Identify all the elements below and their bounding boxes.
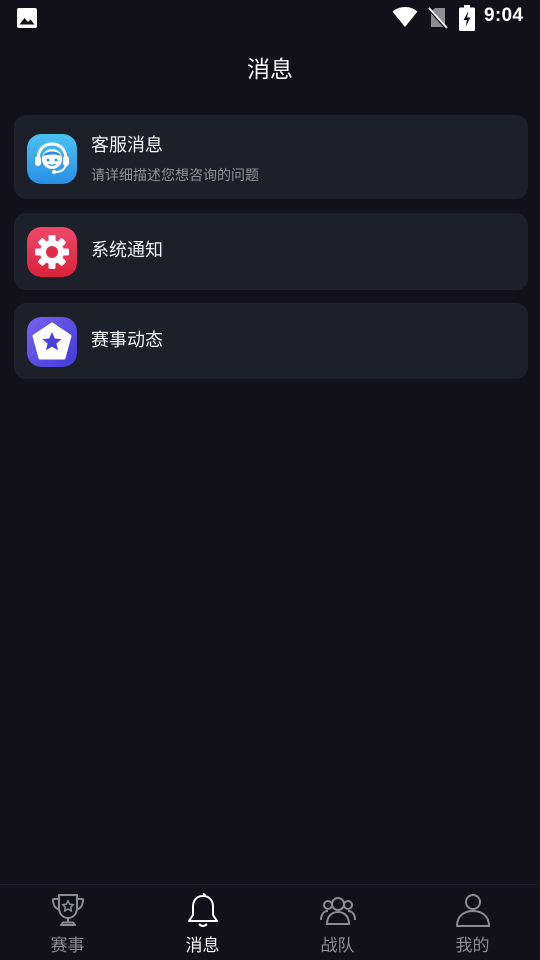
message-item-event-news[interactable]: 赛事动态 (14, 303, 528, 379)
person-icon (456, 894, 490, 927)
page-title: 消息 (247, 57, 293, 83)
message-item-title: 系统通知 (91, 240, 163, 261)
status-bar: 9:04 (0, 0, 540, 36)
nav-item-messages[interactable]: 消息 (135, 885, 270, 960)
trophy-icon (52, 894, 84, 926)
no-sim-icon (428, 7, 448, 30)
message-item-system-notice[interactable]: 系统通知 (14, 213, 528, 290)
message-item-customer-service[interactable]: 客服消息 请详细描述您想咨询的问题 (14, 115, 528, 199)
nav-label: 战队 (320, 936, 355, 956)
nav-item-mine[interactable]: 我的 (405, 885, 540, 960)
message-item-title: 赛事动态 (91, 330, 163, 351)
bottom-nav: 赛事 消息 战队 我的 (0, 884, 540, 960)
wifi-icon (392, 7, 418, 27)
gear-icon (27, 227, 77, 277)
bell-icon (188, 893, 218, 927)
nav-label: 赛事 (50, 936, 85, 956)
battery-charging-icon (459, 5, 475, 31)
star-icon (27, 317, 77, 367)
nav-label: 我的 (455, 936, 490, 956)
message-item-title: 客服消息 (91, 135, 163, 156)
nav-item-events[interactable]: 赛事 (0, 885, 135, 960)
message-item-subtitle: 请详细描述您想咨询的问题 (91, 168, 259, 184)
gallery-icon (17, 8, 37, 28)
nav-item-team[interactable]: 战队 (270, 885, 405, 960)
team-icon (320, 897, 356, 925)
clock: 9:04 (484, 5, 524, 26)
nav-label: 消息 (185, 936, 220, 956)
customer-service-icon (27, 134, 77, 184)
